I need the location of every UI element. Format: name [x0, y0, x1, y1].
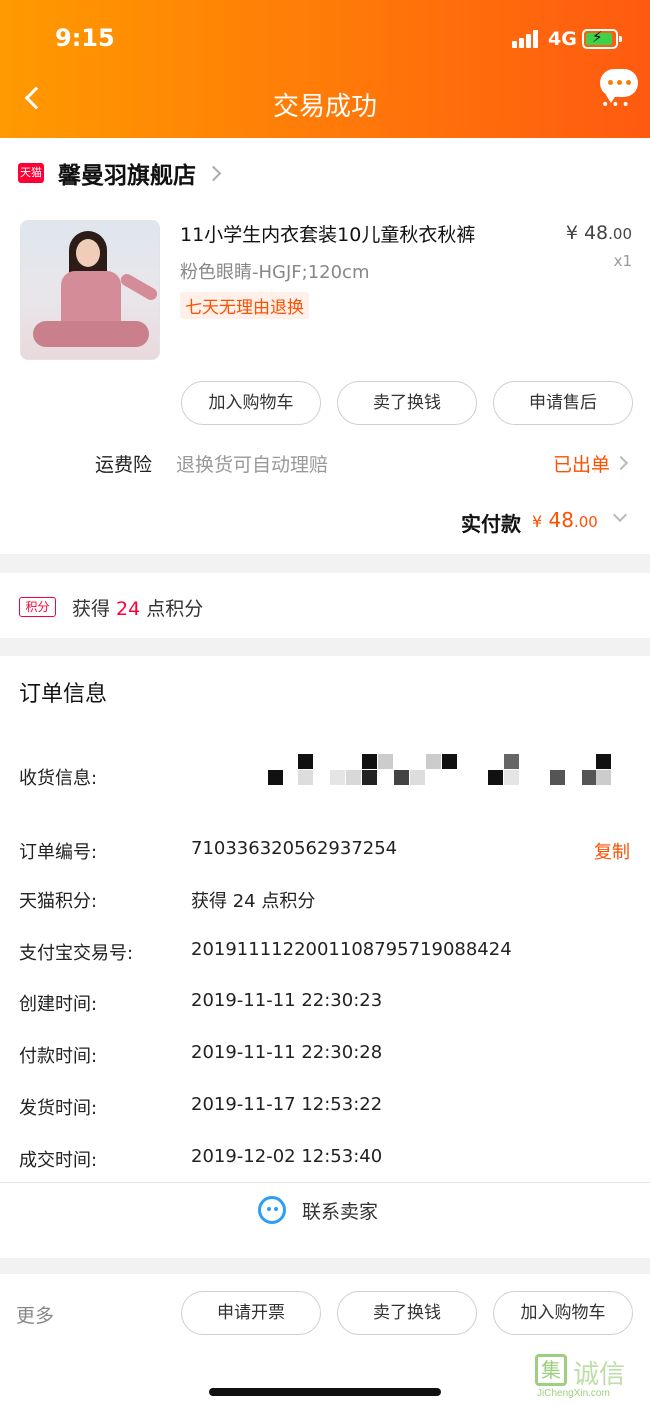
resell-button[interactable]: 卖了换钱: [337, 381, 477, 425]
order-product-card: 天猫 馨曼羽旗舰店 11小学生内衣套装10儿童秋衣秋裤 ¥ 48.00 粉色眼睛…: [0, 138, 650, 554]
shop-name: 馨曼羽旗舰店: [58, 163, 196, 189]
alipay-trade-value: 2019111122001108795719088424: [191, 939, 512, 960]
product-title[interactable]: 11小学生内衣套装10儿童秋衣秋裤: [180, 220, 475, 247]
shipped-time-label: 发货时间:: [19, 1098, 98, 1119]
paid-time-label: 付款时间:: [19, 1046, 98, 1067]
created-time-value: 2019-11-11 22:30:23: [191, 990, 383, 1011]
contact-seller-label: 联系卖家: [302, 1200, 379, 1223]
shop-row[interactable]: 天猫 馨曼羽旗舰店: [18, 158, 222, 189]
order-info-heading: 订单信息: [19, 682, 108, 707]
tmall-points-label: 天猫积分:: [19, 891, 98, 912]
shipping-info-redacted: [266, 752, 626, 788]
created-time-label: 创建时间:: [19, 994, 98, 1015]
alipay-trade-label: 支付宝交易号:: [19, 943, 134, 964]
divider: [0, 1182, 650, 1183]
resell-button-bottom[interactable]: 卖了换钱: [337, 1291, 477, 1335]
order-info-card: 订单信息 收货信息: 订单编号: 710336320562937254 复制 天…: [0, 656, 650, 1258]
contact-seller-button[interactable]: 联系卖家: [258, 1196, 378, 1224]
copy-order-number-button[interactable]: 复制: [594, 838, 630, 864]
return-policy-tag: 七天无理由退换: [180, 292, 309, 319]
home-indicator: [209, 1388, 441, 1396]
network-label: 4G: [548, 28, 577, 50]
status-time: 9:15: [55, 24, 115, 52]
completed-time-value: 2019-12-02 12:53:40: [191, 1146, 383, 1167]
order-number-value: 710336320562937254: [191, 838, 398, 859]
product-price: ¥ 48.00: [565, 222, 632, 244]
tmall-points-value: 获得 24 点积分: [191, 891, 316, 912]
points-badge: 积分: [19, 597, 56, 617]
more-button[interactable]: 更多: [16, 1301, 54, 1328]
tmall-badge: 天猫: [18, 163, 44, 183]
shipping-insurance-status[interactable]: 已出单: [553, 450, 610, 477]
paid-time-value: 2019-11-11 22:30:28: [191, 1042, 383, 1063]
header-bar: 9:15 4G ⚡ 交易成功 •••: [0, 0, 650, 138]
points-text: 获得 24 点积分: [72, 598, 204, 620]
add-to-cart-button[interactable]: 加入购物车: [181, 381, 321, 425]
shipping-insurance-desc: 退换货可自动理赔: [176, 454, 329, 476]
battery-icon: ⚡: [582, 28, 622, 49]
after-sales-button[interactable]: 申请售后: [493, 381, 633, 425]
chevron-right-icon: [205, 165, 222, 181]
chevron-right-icon: [613, 455, 629, 471]
points-card: 积分 获得 24 点积分: [0, 573, 650, 638]
chat-icon[interactable]: [600, 69, 638, 103]
shipping-info-label: 收货信息:: [19, 768, 98, 789]
completed-time-label: 成交时间:: [19, 1150, 98, 1171]
product-sku: 粉色眼睛-HGJF;120cm: [180, 262, 370, 283]
add-to-cart-button-bottom[interactable]: 加入购物车: [493, 1291, 633, 1335]
signal-icon: [512, 30, 542, 48]
paid-label: 实付款: [461, 512, 521, 536]
paid-amount[interactable]: ¥ 48.00: [532, 508, 598, 532]
bottom-action-bar: 更多 申请开票 卖了换钱 加入购物车 集 诚信 JiChengXin.com: [0, 1274, 650, 1406]
page-title: 交易成功: [272, 92, 377, 122]
product-image[interactable]: [20, 220, 160, 360]
contact-seller-icon: [258, 1196, 286, 1224]
watermark-logo: 集 诚信 JiChengXin.com: [535, 1354, 647, 1404]
shipped-time-value: 2019-11-17 12:53:22: [191, 1094, 383, 1115]
shipping-insurance-label: 运费险: [95, 454, 153, 476]
product-quantity: x1: [613, 252, 632, 270]
order-number-label: 订单编号:: [19, 842, 98, 863]
more-dots-icon[interactable]: •••: [601, 98, 632, 112]
request-invoice-button[interactable]: 申请开票: [181, 1291, 321, 1335]
chevron-down-icon[interactable]: [612, 507, 628, 523]
